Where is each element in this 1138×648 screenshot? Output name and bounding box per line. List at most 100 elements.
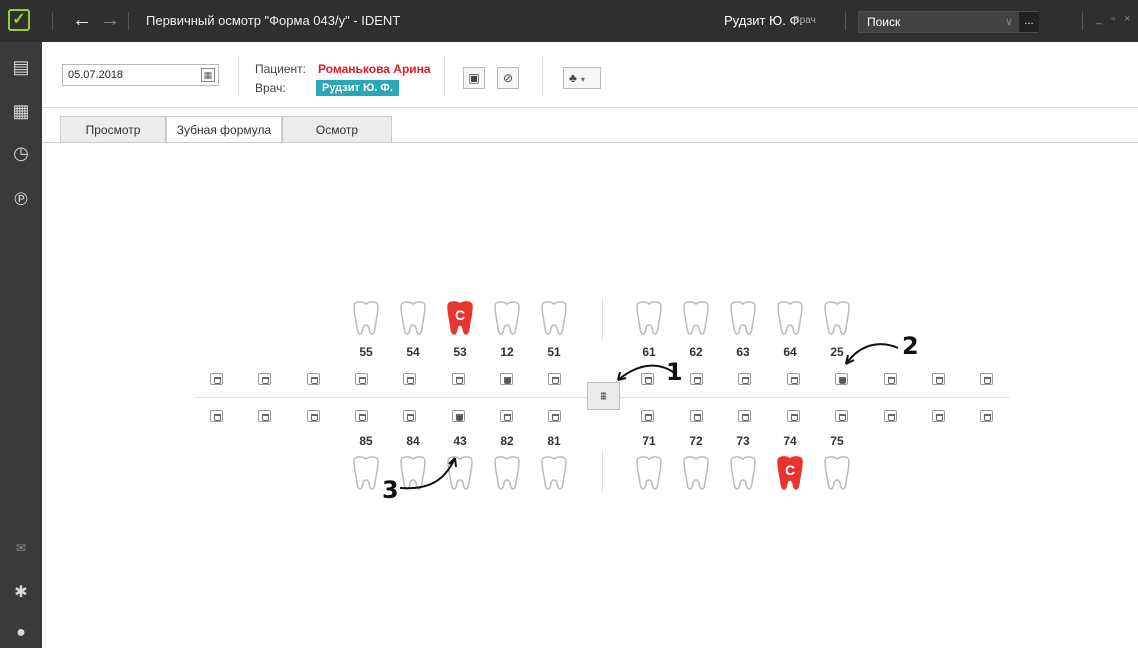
tooth-number-51: 51 <box>547 345 561 359</box>
tooth-status-icon[interactable] <box>403 373 416 385</box>
tooth-number-74: 74 <box>783 434 797 448</box>
separator <box>845 12 846 30</box>
forward-arrow-icon[interactable]: → <box>100 9 120 31</box>
annotation-2: 2 <box>902 332 919 360</box>
app-logo-icon[interactable]: ✓ <box>8 9 30 31</box>
search-box: ∨ ... <box>858 11 1039 33</box>
tooth-status-icon[interactable] <box>210 410 223 422</box>
dental-chair-button[interactable]: ♣ ▾ <box>563 67 601 89</box>
tooth-43[interactable] <box>444 455 476 493</box>
tooth-status-icon[interactable] <box>452 410 465 422</box>
tooth-status-icon[interactable] <box>738 410 751 422</box>
tab-examination[interactable]: Осмотр <box>282 116 392 143</box>
tooth-number-64: 64 <box>783 345 797 359</box>
window-title: Первичный осмотр "Форма 043/у" - IDENT <box>146 13 401 28</box>
tooth-status-icon[interactable] <box>258 373 271 385</box>
tooth-62[interactable] <box>680 300 712 338</box>
date-input[interactable] <box>63 65 193 85</box>
tooth-61[interactable] <box>633 300 665 338</box>
tooth-number-71: 71 <box>642 434 656 448</box>
tooth-status-icon[interactable] <box>355 410 368 422</box>
tooth-status-icon[interactable] <box>548 410 561 422</box>
tooth-status-icon[interactable] <box>500 410 513 422</box>
tooth-status-icon[interactable] <box>210 373 223 385</box>
tooth-72[interactable] <box>680 455 712 493</box>
title-bar: ✓ ← → Первичный осмотр "Форма 043/у" - I… <box>0 0 1138 42</box>
tooth-54[interactable] <box>397 300 429 338</box>
tooth-status-icon[interactable] <box>452 373 465 385</box>
tooth-status-icon[interactable] <box>548 373 561 385</box>
tooth-number-82: 82 <box>500 434 514 448</box>
tab-view[interactable]: Просмотр <box>60 116 166 143</box>
doctor-badge[interactable]: Рудзит Ю. Ф. <box>316 80 399 96</box>
save-button[interactable]: ▣ <box>463 67 485 89</box>
tooth-status-icon[interactable] <box>355 373 368 385</box>
tooth-status-icon[interactable] <box>787 410 800 422</box>
tooth-status-icon[interactable] <box>835 373 848 385</box>
tooth-12[interactable] <box>491 300 523 338</box>
tooth-status-icon[interactable] <box>690 373 703 385</box>
tooth-status-icon[interactable] <box>980 410 993 422</box>
back-arrow-icon[interactable]: ← <box>72 9 92 31</box>
tooth-status-icon[interactable] <box>500 373 513 385</box>
tooth-status-icon[interactable] <box>980 373 993 385</box>
separator <box>444 56 445 96</box>
tooth-73[interactable] <box>727 455 759 493</box>
tooth-55[interactable] <box>350 300 382 338</box>
tooth-status-icon[interactable] <box>738 373 751 385</box>
gear-icon[interactable]: ✱ <box>10 582 32 604</box>
search-input[interactable] <box>859 12 1009 32</box>
user-role: Врач <box>793 15 816 26</box>
tooth-64[interactable] <box>774 300 806 338</box>
tooth-status-icon[interactable] <box>307 410 320 422</box>
history-clock-icon[interactable]: ◷ <box>10 142 32 164</box>
calendar-icon[interactable]: ▦ <box>201 68 215 82</box>
patient-name[interactable]: Романькова Арина <box>318 62 431 76</box>
tooth-status-icon[interactable] <box>932 373 945 385</box>
separator <box>1082 12 1083 30</box>
tooth-status-icon[interactable] <box>932 410 945 422</box>
user-name[interactable]: Рудзит Ю. Ф. <box>724 13 803 28</box>
tooth-status-icon[interactable] <box>690 410 703 422</box>
tooth-81[interactable] <box>538 455 570 493</box>
mail-icon[interactable]: ✉ <box>10 537 32 559</box>
tooth-status-icon[interactable] <box>884 373 897 385</box>
tooth-74[interactable]: C <box>774 455 806 493</box>
tooth-number-72: 72 <box>689 434 703 448</box>
caries-label: C <box>784 462 796 478</box>
search-more-button[interactable]: ... <box>1019 12 1039 32</box>
tooth-number-43: 43 <box>453 434 467 448</box>
tooth-75[interactable] <box>821 455 853 493</box>
tab-dental-formula[interactable]: Зубная формула <box>166 116 282 144</box>
caries-label: C <box>454 307 466 323</box>
cancel-button[interactable]: ⊘ <box>497 67 519 89</box>
tooth-status-icon[interactable] <box>787 373 800 385</box>
tooth-85[interactable] <box>350 455 382 493</box>
tooth-71[interactable] <box>633 455 665 493</box>
tooth-status-icon[interactable] <box>641 373 654 385</box>
tooth-63[interactable] <box>727 300 759 338</box>
tooth-status-icon[interactable] <box>884 410 897 422</box>
tooth-number-61: 61 <box>642 345 656 359</box>
tooth-number-53: 53 <box>453 345 467 359</box>
tooth-status-icon[interactable] <box>835 410 848 422</box>
user-icon[interactable]: ● <box>10 622 32 644</box>
tooth-status-icon[interactable] <box>307 373 320 385</box>
tab-underline <box>42 142 1138 143</box>
tooth-84[interactable] <box>397 455 429 493</box>
rules-icon[interactable]: ℗ <box>10 188 32 210</box>
tooth-status-icon[interactable] <box>641 410 654 422</box>
tooth-status-icon[interactable] <box>403 410 416 422</box>
tooth-53[interactable]: C <box>444 300 476 338</box>
tooth-51[interactable] <box>538 300 570 338</box>
bridge-icon[interactable]: ⩩ <box>587 382 620 410</box>
tooth-number-75: 75 <box>830 434 844 448</box>
toolbar: ▦ Пациент: Врач: Романькова Арина Рудзит… <box>42 42 1138 108</box>
tooth-status-icon[interactable] <box>258 410 271 422</box>
calendar-icon[interactable]: ▦ <box>10 100 32 122</box>
window-controls[interactable]: _ ▫ × <box>1096 13 1134 25</box>
chevron-down-icon[interactable]: ∨ <box>1005 15 1013 28</box>
tooth-25[interactable] <box>821 300 853 338</box>
tooth-82[interactable] <box>491 455 523 493</box>
patient-card-icon[interactable]: ▤ <box>10 56 32 78</box>
